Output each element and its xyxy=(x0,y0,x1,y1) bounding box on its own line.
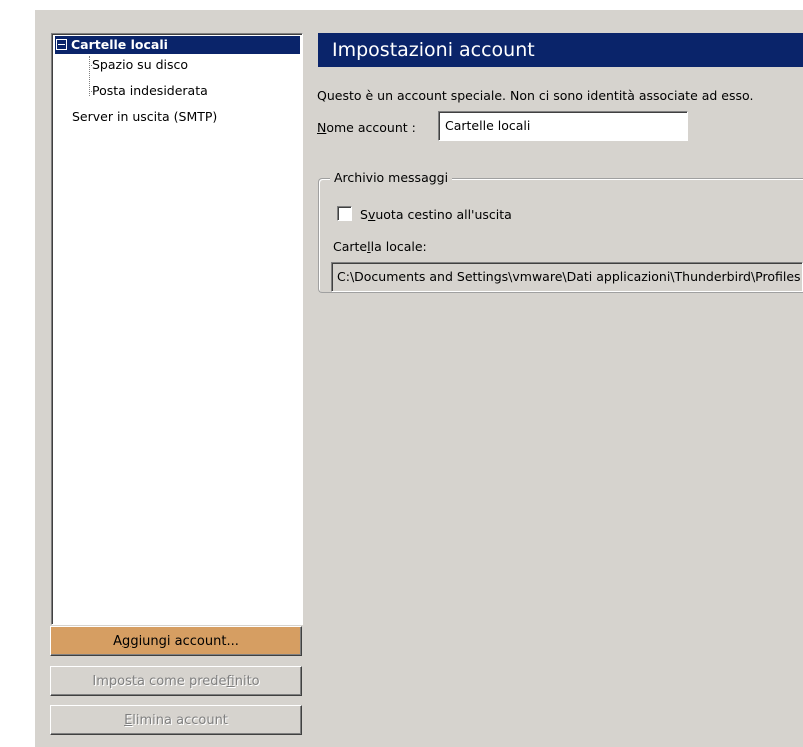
account-settings-dialog: Cartelle locali Spazio su disco Posta in… xyxy=(35,10,803,747)
add-account-button[interactable]: Aggiungi account... xyxy=(50,626,302,656)
account-name-input[interactable]: Cartelle locali xyxy=(438,111,688,141)
tree-item-label: Cartelle locali xyxy=(71,37,168,52)
tree-item-disk-space[interactable]: Spazio su disco xyxy=(88,56,189,74)
panel-title: Impostazioni account xyxy=(318,33,803,67)
collapse-icon[interactable] xyxy=(56,39,67,50)
tree-item-label: Spazio su disco xyxy=(92,57,189,72)
set-default-button[interactable]: Imposta come predefinito xyxy=(50,666,302,696)
local-folder-path-field[interactable]: C:\Documents and Settings\vmware\Dati ap… xyxy=(331,262,803,292)
remove-account-button[interactable]: Elimina account xyxy=(50,705,302,735)
message-archive-legend: Archivio messaggi xyxy=(330,170,453,185)
account-name-label: Nome account : xyxy=(317,120,416,135)
tree-item-local-folders[interactable]: Cartelle locali xyxy=(55,36,300,54)
empty-trash-checkbox[interactable] xyxy=(337,206,352,221)
tree-connector-line xyxy=(89,56,90,96)
tree-item-label: Server in uscita (SMTP) xyxy=(72,109,218,124)
tree-item-smtp-server[interactable]: Server in uscita (SMTP) xyxy=(72,108,217,126)
tree-item-junk-mail[interactable]: Posta indesiderata xyxy=(89,82,208,100)
account-description: Questo è un account speciale. Non ci son… xyxy=(317,88,754,103)
empty-trash-label[interactable]: Svuota cestino all'uscita xyxy=(360,207,512,222)
account-tree[interactable]: Cartelle locali Spazio su disco Posta in… xyxy=(51,33,303,625)
tree-item-label: Posta indesiderata xyxy=(92,83,208,98)
local-folder-label: Cartella locale: xyxy=(333,239,427,254)
